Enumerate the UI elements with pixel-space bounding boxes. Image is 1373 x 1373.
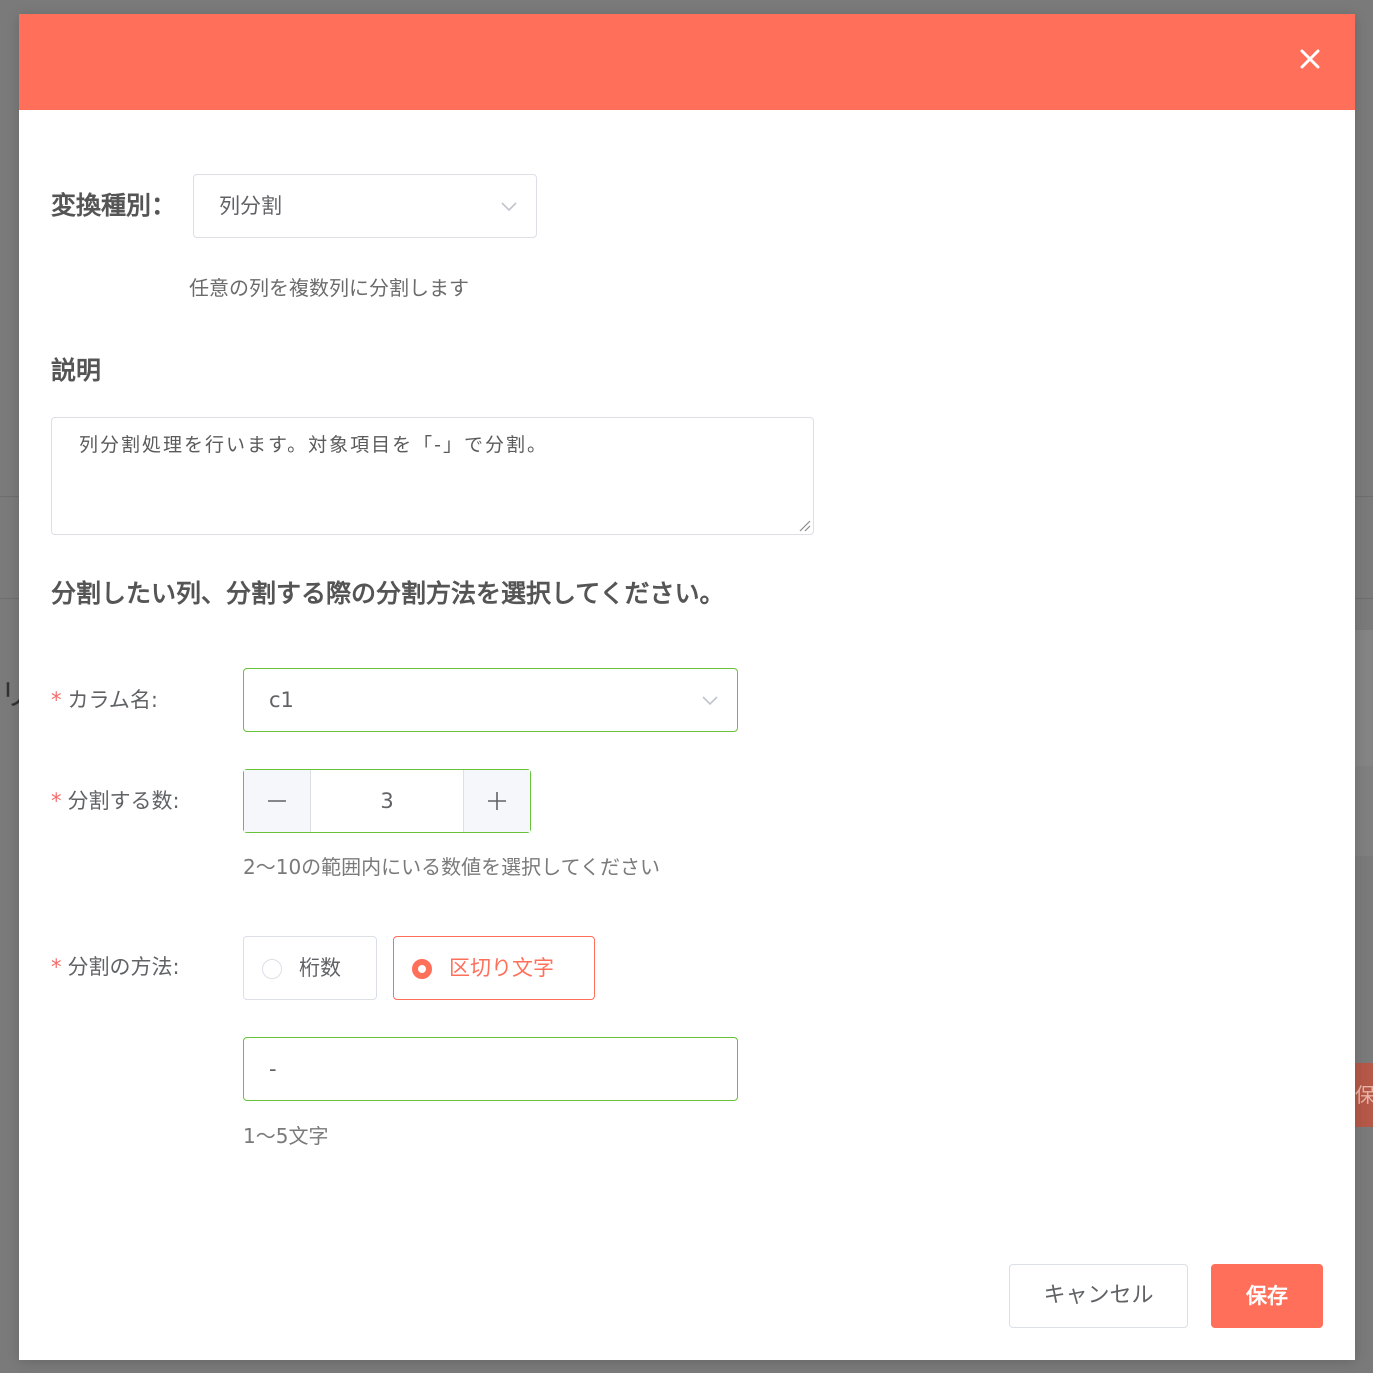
column-name-select[interactable]: c1 — [243, 668, 738, 732]
radio-digits[interactable]: 桁数 — [243, 936, 377, 1000]
chevron-down-icon — [500, 197, 518, 215]
column-name-label: * カラム名: — [51, 688, 158, 712]
radio-digits-label: 桁数 — [299, 956, 341, 980]
delimiter-input[interactable]: - — [243, 1037, 738, 1101]
save-button[interactable]: 保存 — [1211, 1264, 1323, 1328]
required-mark: * — [51, 789, 62, 813]
close-icon — [1300, 49, 1320, 69]
radio-checked-icon — [412, 959, 432, 979]
resize-grip-icon[interactable] — [797, 518, 811, 532]
split-column-dialog: 変換種別： 列分割 任意の列を複数列に分割します 説明 列分割処理を行います。対… — [19, 14, 1355, 1360]
required-mark: * — [51, 955, 62, 979]
split-count-hint: 2〜10の範囲内にいる数値を選択してください — [243, 855, 660, 879]
minus-icon — [268, 800, 286, 802]
transform-type-description: 任意の列を複数列に分割します — [189, 276, 469, 300]
column-name-value: c1 — [269, 688, 294, 712]
description-text: 列分割処理を行います。対象項目を「-」で分割。 — [79, 434, 548, 456]
radio-delimiter[interactable]: 区切り文字 — [393, 936, 595, 1000]
plus-icon — [488, 792, 506, 810]
increment-button[interactable] — [463, 770, 530, 832]
split-count-stepper[interactable]: 3 — [243, 769, 531, 833]
split-method-label: * 分割の方法: — [51, 955, 180, 979]
transform-type-label: 変換種別： — [51, 191, 177, 220]
transform-type-select[interactable]: 列分割 — [193, 174, 537, 238]
split-count-value[interactable]: 3 — [310, 770, 464, 832]
cancel-button[interactable]: キャンセル — [1009, 1264, 1188, 1328]
description-textarea[interactable]: 列分割処理を行います。対象項目を「-」で分割。 — [51, 417, 814, 535]
close-button[interactable] — [1295, 44, 1325, 74]
delimiter-hint: 1〜5文字 — [243, 1124, 329, 1148]
dialog-header — [19, 14, 1355, 110]
radio-delimiter-label: 区切り文字 — [449, 956, 554, 980]
section-title: 分割したい列、分割する際の分割方法を選択してください。 — [51, 579, 725, 608]
decrement-button[interactable] — [244, 770, 311, 832]
radio-unchecked-icon — [262, 959, 282, 979]
background-save-button: 保 — [1355, 1063, 1373, 1127]
split-count-label: * 分割する数: — [51, 789, 180, 813]
required-mark: * — [51, 688, 62, 712]
transform-type-value: 列分割 — [219, 194, 282, 218]
description-label: 説明 — [51, 356, 102, 385]
chevron-down-icon — [701, 691, 719, 709]
